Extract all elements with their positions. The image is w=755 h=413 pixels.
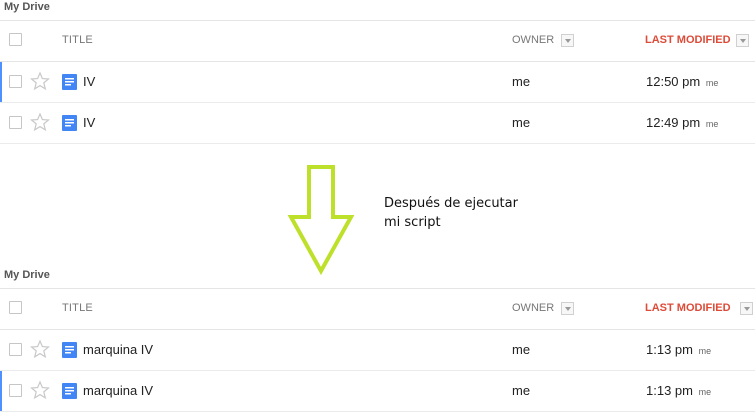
file-row[interactable]: IV me 12:50 pm me — [0, 62, 755, 103]
down-arrow-icon — [287, 165, 355, 275]
google-doc-icon — [62, 383, 77, 399]
star-icon[interactable] — [30, 112, 50, 132]
select-all-checkbox[interactable] — [9, 301, 22, 314]
drive-list-after: My Drive TITLE OWNER LAST MODIFIED marqu… — [0, 268, 755, 412]
google-doc-icon — [62, 74, 77, 90]
file-modified: 1:13 pm me — [646, 383, 712, 398]
row-checkbox[interactable] — [9, 116, 22, 129]
file-owner: me — [512, 115, 531, 130]
google-doc-icon — [62, 342, 77, 358]
file-title[interactable]: IV — [83, 115, 95, 130]
file-owner: me — [512, 342, 531, 357]
column-title[interactable]: TITLE — [62, 302, 93, 314]
column-last-modified[interactable]: LAST MODIFIED — [645, 302, 731, 314]
file-owner: me — [512, 383, 531, 398]
breadcrumb[interactable]: My Drive — [0, 0, 755, 20]
file-owner: me — [512, 74, 531, 89]
row-checkbox[interactable] — [9, 343, 22, 356]
annotation-line-1: Después de ejecutar — [384, 196, 518, 211]
file-modified: 12:50 pm me — [646, 74, 719, 89]
file-modified: 12:49 pm me — [646, 115, 719, 130]
file-title[interactable]: IV — [83, 74, 95, 89]
file-row[interactable]: marquina IV me 1:13 pm me — [0, 371, 755, 412]
drive-list-before: My Drive TITLE OWNER LAST MODIFIED IV me… — [0, 0, 755, 144]
row-checkbox[interactable] — [9, 384, 22, 397]
star-icon[interactable] — [30, 380, 50, 400]
select-all-checkbox[interactable] — [9, 33, 22, 46]
star-icon[interactable] — [30, 339, 50, 359]
modified-dropdown-icon[interactable] — [740, 302, 753, 315]
google-doc-icon — [62, 115, 77, 131]
modified-dropdown-icon[interactable] — [736, 34, 749, 47]
column-owner[interactable]: OWNER — [512, 302, 554, 314]
row-checkbox[interactable] — [9, 75, 22, 88]
list-header: TITLE OWNER LAST MODIFIED — [0, 288, 755, 330]
column-owner[interactable]: OWNER — [512, 34, 554, 46]
file-row[interactable]: IV me 12:49 pm me — [0, 103, 755, 144]
file-modified: 1:13 pm me — [646, 342, 712, 357]
owner-dropdown-icon[interactable] — [561, 302, 574, 315]
file-row[interactable]: marquina IV me 1:13 pm me — [0, 330, 755, 371]
breadcrumb[interactable]: My Drive — [0, 268, 755, 288]
list-header: TITLE OWNER LAST MODIFIED — [0, 20, 755, 62]
file-title[interactable]: marquina IV — [83, 342, 153, 357]
file-title[interactable]: marquina IV — [83, 383, 153, 398]
annotation-text: Después de ejecutar mi script — [384, 194, 544, 232]
column-last-modified[interactable]: LAST MODIFIED — [645, 34, 731, 46]
star-icon[interactable] — [30, 71, 50, 91]
annotation-line-2: mi script — [384, 215, 441, 230]
column-title[interactable]: TITLE — [62, 34, 93, 46]
owner-dropdown-icon[interactable] — [561, 34, 574, 47]
